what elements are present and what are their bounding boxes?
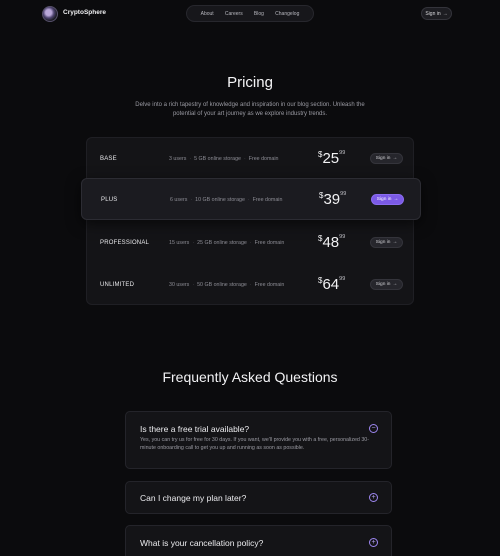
plan-users: 30 users bbox=[169, 282, 190, 288]
plan-features: 6 users · 10 GB online storage · Free domain bbox=[170, 197, 282, 203]
arrow-right-icon: → bbox=[442, 10, 448, 17]
nav-about-link[interactable]: About bbox=[201, 11, 214, 17]
plan-domain: Free domain bbox=[248, 156, 279, 162]
brand-logo[interactable] bbox=[42, 6, 58, 22]
separator-dot: · bbox=[192, 282, 195, 288]
separator-dot: · bbox=[190, 197, 193, 203]
arrow-right-icon: → bbox=[392, 240, 398, 245]
plan-domain: Free domain bbox=[254, 282, 285, 288]
button-label: Sign in bbox=[375, 282, 391, 287]
price-amount: 48 bbox=[322, 234, 340, 251]
plan-name: UNLIMITED bbox=[100, 282, 135, 288]
plan-users: 6 users bbox=[170, 197, 188, 203]
button-label: Sign in bbox=[375, 156, 391, 161]
separator-dot: · bbox=[249, 282, 252, 288]
brand-name[interactable]: CryptoSphere bbox=[63, 9, 106, 16]
plan-signin-button[interactable]: Sign in → bbox=[370, 237, 403, 248]
pricing-table: BASE 3 users · 5 GB online storage · Free do… bbox=[81, 137, 421, 306]
plan-row-unlimited: UNLIMITED 30 users · 50 GB online storage ·… bbox=[87, 264, 415, 306]
plan-signin-button[interactable]: Sign in → bbox=[370, 153, 403, 164]
plan-users: 3 users bbox=[169, 156, 187, 162]
minus-circle-icon[interactable]: − bbox=[369, 424, 378, 433]
faq-question: What is your cancellation policy? bbox=[140, 538, 264, 548]
price-cents: 99 bbox=[339, 234, 346, 240]
separator-dot: · bbox=[247, 197, 250, 203]
faq-item-free-trial[interactable]: Is there a free trial available? − Yes, … bbox=[125, 411, 392, 469]
faq-item-change-plan[interactable]: Can I change my plan later? + bbox=[125, 481, 392, 514]
faq-answer: Yes, you can try us for free for 30 days… bbox=[140, 437, 369, 451]
nav-blog-link[interactable]: Blog bbox=[254, 11, 264, 17]
plan-row-professional: PROFESSIONAL 15 users · 25 GB online stora… bbox=[87, 222, 415, 264]
button-label: Sign in bbox=[375, 240, 391, 245]
faq-question: Can I change my plan later? bbox=[140, 493, 247, 503]
main-nav: About Careers Blog Changelog bbox=[186, 5, 314, 22]
faq-title: Frequently Asked Questions bbox=[162, 369, 338, 385]
nav-changelog-link[interactable]: Changelog bbox=[275, 11, 299, 17]
plan-signin-button[interactable]: Sign in → bbox=[371, 194, 404, 205]
plan-features: 3 users · 5 GB online storage · Free domain bbox=[169, 156, 278, 162]
separator-dot: · bbox=[192, 240, 195, 246]
separator-dot: · bbox=[189, 156, 192, 162]
price-cents: 99 bbox=[339, 150, 346, 156]
button-label: Sign in bbox=[376, 197, 392, 202]
plan-price: $4899 bbox=[318, 234, 345, 252]
plan-features: 30 users · 50 GB online storage · Free domai… bbox=[169, 282, 284, 288]
separator-dot: · bbox=[243, 156, 246, 162]
plan-storage: 50 GB online storage bbox=[197, 282, 247, 288]
plan-row-plus: PLUS 6 users · 10 GB online storage · Free d… bbox=[81, 178, 421, 220]
price-amount: 39 bbox=[323, 191, 341, 208]
faq-item-cancellation[interactable]: What is your cancellation policy? + bbox=[125, 525, 392, 556]
page-subtitle: Delve into a rich tapestry of knowledge … bbox=[135, 102, 365, 117]
price-cents: 99 bbox=[340, 191, 347, 197]
price-amount: 25 bbox=[322, 150, 340, 167]
site-header: CryptoSphere About Careers Blog Changelo… bbox=[0, 0, 500, 28]
plan-features: 15 users · 25 GB online storage · Free domai… bbox=[169, 240, 284, 246]
page-title: Pricing bbox=[227, 74, 273, 91]
plus-circle-icon[interactable]: + bbox=[369, 538, 378, 547]
arrow-right-icon: → bbox=[392, 282, 398, 287]
plan-row-base: BASE 3 users · 5 GB online storage · Free do… bbox=[87, 138, 415, 180]
price-cents: 99 bbox=[339, 276, 346, 282]
arrow-right-icon: → bbox=[392, 156, 398, 161]
nav-careers-link[interactable]: Careers bbox=[225, 11, 243, 17]
plan-name: PROFESSIONAL bbox=[100, 240, 150, 246]
faq-question: Is there a free trial available? bbox=[140, 424, 250, 434]
arrow-right-icon: → bbox=[393, 197, 399, 202]
plus-circle-icon[interactable]: + bbox=[369, 493, 378, 502]
separator-dot: · bbox=[249, 240, 252, 246]
plan-price: $3999 bbox=[319, 191, 346, 209]
plan-price: $2599 bbox=[318, 150, 345, 168]
price-amount: 64 bbox=[322, 276, 340, 293]
plan-domain: Free domain bbox=[254, 240, 285, 246]
plan-storage: 10 GB online storage bbox=[195, 197, 245, 203]
plan-storage: 5 GB online storage bbox=[194, 156, 241, 162]
plan-name: BASE bbox=[100, 156, 117, 162]
header-signin-button[interactable]: Sign in → bbox=[421, 7, 452, 20]
signin-label: Sign in bbox=[425, 10, 441, 17]
plan-price: $6499 bbox=[318, 276, 345, 294]
plan-name: PLUS bbox=[101, 197, 118, 203]
plan-storage: 25 GB online storage bbox=[197, 240, 247, 246]
plan-signin-button[interactable]: Sign in → bbox=[370, 279, 403, 290]
plan-users: 15 users bbox=[169, 240, 190, 246]
plan-domain: Free domain bbox=[252, 197, 283, 203]
